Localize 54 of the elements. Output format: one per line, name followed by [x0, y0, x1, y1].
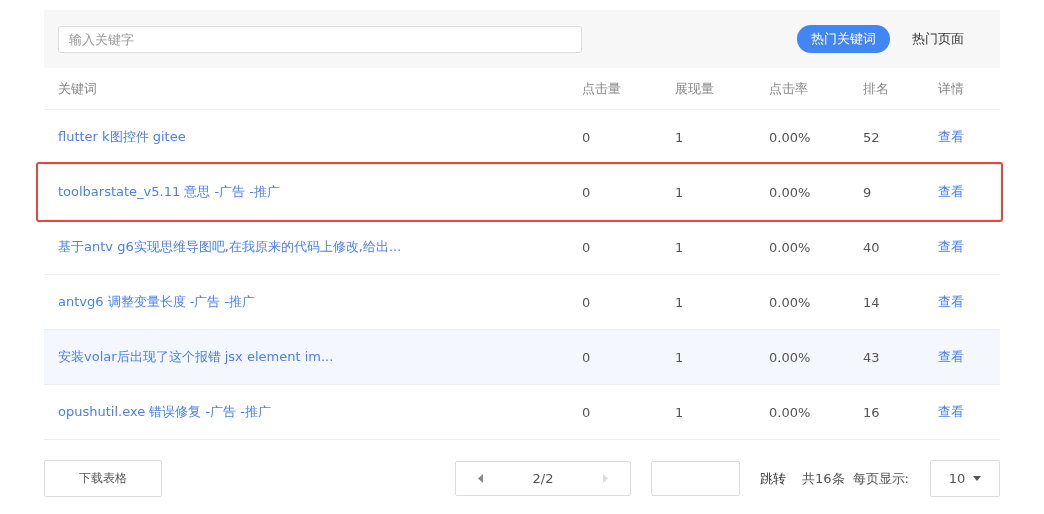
per-page-label: 每页显示:	[852, 469, 909, 488]
column-header: 点击量	[582, 79, 622, 98]
page-indicator: 2/2	[532, 471, 554, 486]
table-cell-text: 0.00%	[769, 404, 812, 420]
table-cell-text: 0.00%	[769, 129, 812, 145]
table-cell-text: 1	[675, 129, 685, 145]
column-header: 排名	[863, 79, 890, 98]
view-link[interactable]: 查看	[938, 129, 964, 144]
download-button[interactable]: 下载表格	[44, 460, 162, 497]
per-page-select[interactable]: 10	[930, 460, 1000, 497]
prev-icon[interactable]	[478, 474, 484, 483]
table-cell-text: 0.00%	[769, 294, 812, 310]
table-cell-text: 0	[582, 404, 592, 420]
table-cell-text: 16	[863, 404, 881, 420]
total-count: 共16条	[802, 469, 845, 488]
table-cell-text: 1	[675, 294, 685, 310]
column-header: 详情	[938, 79, 965, 98]
table-cell-text: 1	[675, 349, 685, 365]
table-cell-text: 43	[863, 349, 881, 365]
table-cell-text: 0	[582, 294, 592, 310]
column-header: 展现量	[675, 79, 715, 98]
caret-icon	[973, 476, 982, 481]
table-cell-text: 52	[863, 129, 881, 145]
keyword-link[interactable]: antvg6 调整变量长度 -广告 -推广	[58, 294, 256, 309]
view-link[interactable]: 查看	[938, 404, 964, 419]
table-cell-text: 1	[675, 404, 685, 420]
page-input[interactable]	[651, 461, 740, 496]
table-cell-text: 0.00%	[769, 349, 812, 365]
table-cell-text: 0	[582, 349, 592, 365]
table-cell-text: 40	[863, 239, 881, 255]
jump-button[interactable]: 跳转	[754, 469, 792, 488]
table-cell-text: 0	[582, 239, 592, 255]
search-field[interactable]: 输入关键字	[58, 25, 582, 53]
column-header: 点击率	[769, 79, 809, 98]
view-link[interactable]: 查看	[938, 349, 964, 364]
table-cell-text: 0.00%	[769, 239, 812, 255]
table-cell-text: 0.00%	[769, 184, 812, 200]
tab[interactable]: 热门页面	[898, 25, 978, 53]
table-cell-text: 1	[675, 184, 685, 200]
table-cell-text: 1	[675, 239, 685, 255]
keyword-link[interactable]: 基于antv g6实现思维导图吧,在我原来的代码上修改,给出...	[58, 239, 402, 254]
keyword-link[interactable]: 安装volar后出现了这个报错 jsx element im...	[58, 349, 334, 364]
keyword-link[interactable]: opushutil.exe 错误修复 -广告 -推广	[58, 404, 271, 419]
table-cell-text: 9	[863, 184, 873, 200]
column-header: 关键词	[58, 79, 98, 98]
table-cell-text: 0	[582, 129, 592, 145]
keyword-link[interactable]: toolbarstate_v5.11 意思 -广告 -推广	[58, 184, 281, 199]
table-cell-text: 0	[582, 184, 592, 200]
view-link[interactable]: 查看	[938, 184, 964, 199]
table-cell-text: 14	[863, 294, 881, 310]
view-link[interactable]: 查看	[938, 294, 964, 309]
view-link[interactable]: 查看	[938, 239, 964, 254]
tab[interactable]: 热门关键词	[797, 25, 890, 53]
keyword-link[interactable]: flutter k图控件 gitee	[58, 129, 186, 144]
